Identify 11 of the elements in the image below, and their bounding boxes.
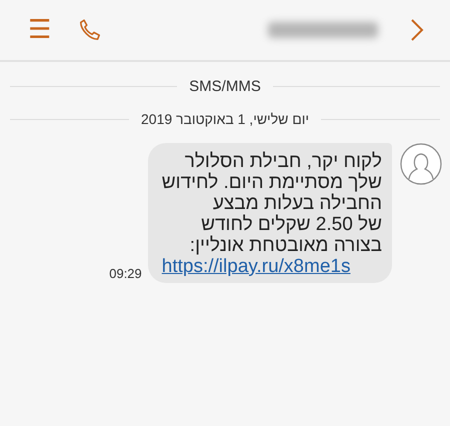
message-line: שלך מסתיימת היום. לחידוש xyxy=(162,172,382,193)
message-link[interactable]: https://ilpay.ru/x8me1s xyxy=(162,256,382,277)
message-line: בצורה מאובטחת אונליין: xyxy=(188,235,382,256)
channel-label: SMS/MMS xyxy=(189,78,261,95)
message-time: 09:29 xyxy=(109,266,142,281)
message-line: של 2.50 שקלים לחודש xyxy=(200,214,382,235)
message-line: לקוח יקר, חבילת הסלולר xyxy=(184,151,382,172)
date-label: יום שלישי, 1 באוקטובר 2019 xyxy=(141,111,309,127)
chevron-right-icon[interactable] xyxy=(410,18,424,42)
message-line: החבילה בעלות מבצע xyxy=(212,193,382,214)
avatar-icon xyxy=(400,143,442,185)
